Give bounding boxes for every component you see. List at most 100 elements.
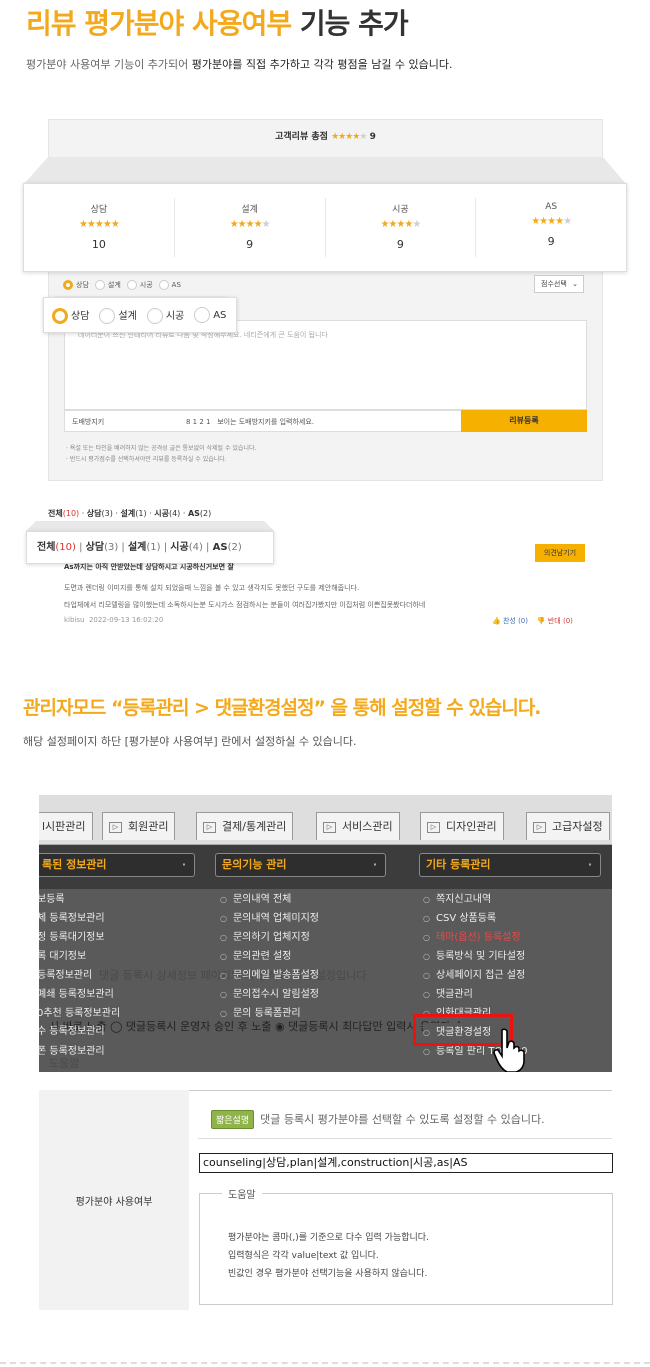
tab-c4[interactable]: AS(2) [188,509,211,518]
admin-tab[interactable]: ▷ 결제/통계관리 [196,812,294,840]
tab-label: 전체 [37,542,56,553]
stars-icon: ★★★★★ [78,219,120,230]
bullet-icon: ○ [220,952,227,961]
score-label: 상담 [90,205,108,215]
score-select[interactable]: 점수선택 ⌄ [534,275,584,293]
rating-categories-input[interactable]: counseling|상담,plan|설계,construction|시공,as… [199,1153,613,1173]
menu-item[interactable]: 보등록 [39,890,65,905]
summary-stars-icon: ★★★★★ [331,132,367,142]
radio-option[interactable]: 상담 [52,307,89,324]
admin-tab[interactable]: ▷ 고급자설정 [526,812,610,840]
small-radio[interactable]: 상담 [63,280,89,290]
tab-label: 설계 [127,542,147,553]
menu-item-label: 문의내역 전체 [232,894,292,905]
admin-tab[interactable]: ▷ 디자인관리 [420,812,504,840]
review-title[interactable]: As까지는 아직 안받았는데 상담하시고 시공하신거보면 잘 [64,562,234,572]
menu-item[interactable]: ○ 쪽지신고내역 [423,890,491,905]
menu-item[interactable]: ○ 상세페이지 접근 설정 [423,966,525,981]
menu-item[interactable]: 0추천 등록정보관리 [39,1004,120,1019]
tab-c2[interactable]: 설계(1) [128,542,161,553]
tab-c3[interactable]: 시공(4) [154,509,180,518]
bullet-icon: ○ [423,933,430,942]
subtitle-bold: 평가분야를 직접 추가하고 각각 평점을 남길 수 있습니다. [191,58,453,71]
small-radio[interactable]: 설계 [94,280,121,290]
subtitle-pre: 평가분야 사용여부 기능이 추가되어 [26,58,192,71]
title-orange: 리뷰 평가분야 사용여부 [26,7,292,40]
menu-head[interactable]: 록된 정보관리 · [39,853,195,877]
menu-item[interactable]: ○ 문의접수시 알림설정 [220,985,319,1000]
tab-all[interactable]: 전체(10) [48,509,79,518]
settings-label: 평가분야 사용여부 [39,1090,189,1310]
admin-tab[interactable]: ▷ 서비스관리 [316,812,400,840]
tab-label: 시공 [154,509,169,518]
menu-item[interactable]: 록 대기정보 [39,947,86,962]
captcha-row[interactable]: 8 1 2 1 보이는 도배방지키를 입력하세요. [186,417,314,427]
menu-item-label: 문의하기 업체지정 [232,932,310,943]
menu-item[interactable]: 폰 등록정보관리 [39,1042,105,1057]
menu-item[interactable]: ○ CSV 상품등록 [423,909,496,924]
menu-item[interactable]: ○ 테마(옵션) 등록설정 [423,928,521,943]
admin-tab[interactable]: ▷ 회원관리 [102,812,176,840]
radio-label: AS [213,310,227,321]
menu-item[interactable]: ○ 문의내역 전체 [220,890,291,905]
menu-item[interactable]: ○ 문의관련 설정 [220,947,291,962]
tab-label: AS [212,542,228,553]
ghost-text: 시 바로 노출 ◯ 댓글등록시 운영자 승인 후 노출 ◉ 댓글등록시 최다답만… [49,1020,464,1033]
small-radio[interactable]: 시공 [126,280,153,290]
bullet-icon: ○ [423,895,430,904]
menu-item-label: 상세페이지 접근 설정 [435,970,526,981]
review-body: 도면과 렌더링 이미지를 통해 설치 되었을때 느낌을 볼 수 있고 생각지도 … [64,580,425,614]
tab-c2[interactable]: 설계(1) [121,509,147,518]
callout-connector [23,157,627,185]
review-date: 2022-09-13 16:02:20 [88,616,164,624]
menu-item[interactable]: ○ 문의내역 업체미지정 [220,909,319,924]
admin-tab-label: 서비스관리 [342,820,393,833]
captcha-code: 8 1 2 1 [186,418,211,426]
menu-item[interactable]: ○ 문의하기 업체지정 [220,928,310,943]
menu-item[interactable]: ○ 댓글관리 [423,985,473,1000]
menu-item-label: 댓글관리 [435,989,473,1000]
menu-head[interactable]: 문의기능 관리 · [215,853,386,877]
menu-item[interactable]: 정 등록대기정보 [39,928,105,943]
review-line: 도면과 렌더링 이미지를 통해 설치 되었을때 느낌을 볼 수 있고 생각지도 … [64,584,360,592]
radio-on-icon [63,280,73,290]
menu-item[interactable]: ○ 등록방식 및 기타설정 [423,947,525,962]
radio-option[interactable]: AS [194,307,226,323]
arrow-box-icon: ▷ [533,821,546,833]
captcha-label: 도배방지키 [72,418,105,426]
admin-tab[interactable]: l시판관리 [39,812,93,840]
tab-all[interactable]: 전체(10) [37,542,76,553]
menu-item[interactable]: 등록정보관리 [39,966,92,981]
tab-c3[interactable]: 시공(4) [170,542,203,553]
thumb-down-icon: 👎 [536,617,546,625]
menu-item[interactable]: 폐쇄 등록정보관리 [39,985,114,1000]
menu-item[interactable]: ○ 문의 등록폼관리 [220,1004,301,1019]
small-radio[interactable]: AS [158,280,181,290]
admin-tab-label: 결제/통계관리 [222,820,287,833]
radio-option[interactable]: 시공 [146,307,185,324]
radio-label: 시공 [165,310,185,322]
submit-review-button[interactable]: 리뷰등록 [461,410,587,432]
menu-item-label: 쪽지신고내역 [435,894,492,905]
bullet-icon: ○ [423,1047,430,1056]
arrow-box-icon: ▷ [427,821,440,833]
hint-text: 댓글 등록시 평가분야를 선택할 수 있도록 설정할 수 있습니다. [260,1113,545,1126]
comment-button[interactable]: 의견남기기 [535,544,585,562]
short-desc-badge: 짧은설명 [211,1110,255,1129]
vote-down-button[interactable]: 👎 반대 (0) [537,617,573,625]
menu-item[interactable]: ○ 문의메일 발송폼설정 [220,966,319,981]
vote-up-button[interactable]: 👍 찬성 (0) [492,617,528,625]
vote-down-count: (0) [562,617,573,625]
tab-c1[interactable]: 상담(3) [87,509,113,518]
menu-item[interactable]: 수 등록정보관리 [39,1022,105,1037]
score-cell: 시공 ★★★★★ 9 [326,198,477,257]
radio-option[interactable]: 설계 [99,307,137,324]
tab-c4[interactable]: AS(2) [213,542,242,553]
section1-subtitle: 평가분야 사용여부 기능이 추가되어 평가분야를 직접 추가하고 각각 평점을 … [26,56,453,72]
score-cell: AS ★★★★★ 9 [476,198,626,257]
bullet-icon: ○ [423,914,430,923]
menu-item[interactable]: 체 등록정보관리 [39,909,105,924]
admin-tab-label: 디자인관리 [446,820,497,833]
menu-head[interactable]: 기타 등록관리 · [419,853,601,877]
tab-c1[interactable]: 상담(3) [86,542,119,553]
